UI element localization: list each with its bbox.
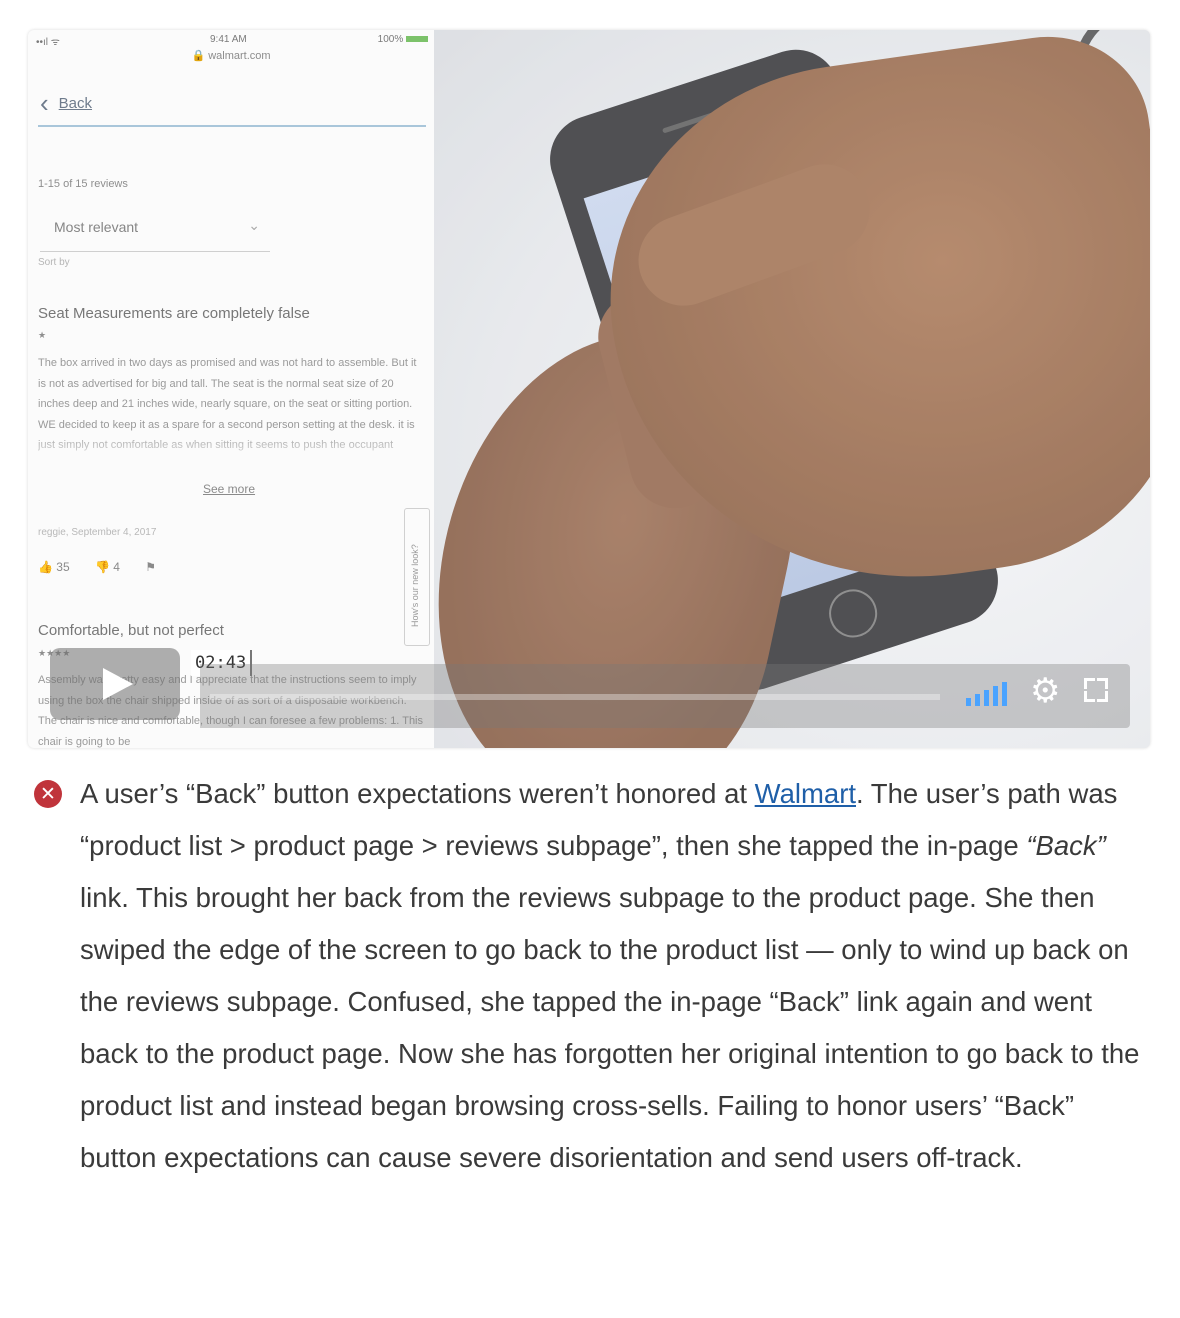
sort-value: Most relevant <box>54 219 139 235</box>
review-votes: 👍 35 👎 4 ⚑ <box>38 560 178 574</box>
caption-text-1: A user’s “Back” button expectations were… <box>80 778 755 809</box>
play-button[interactable] <box>50 648 180 720</box>
review-count: 1-15 of 15 reviews <box>38 178 128 190</box>
play-icon <box>103 668 133 700</box>
review-stars: ★ <box>38 330 47 340</box>
settings-gear-icon[interactable]: ⚙ <box>1030 674 1060 708</box>
video-player[interactable]: ••ıl ᯤ 9:41 AM 100% 🔒 walmart.com ‹ Back … <box>28 30 1150 748</box>
error-x-icon: ✕ <box>34 780 62 808</box>
caption-emphasis: “Back” <box>1026 830 1106 861</box>
review-title: Seat Measurements are completely false <box>38 305 310 322</box>
battery-percent: 100% <box>377 34 404 45</box>
caption-paragraph: A user’s “Back” button expectations were… <box>80 768 1150 1184</box>
signal-icon: ••ıl ᯤ <box>36 37 60 48</box>
review-author: reggie, September 4, 2017 <box>38 527 157 538</box>
feedback-tab: How's our new look? <box>404 508 430 646</box>
see-more-link: See more <box>203 482 256 496</box>
thumbs-up-icon: 👍 35 <box>38 560 70 574</box>
chevron-left-icon: ‹ <box>40 88 49 118</box>
thumbs-down-icon: 👎 4 <box>94 560 120 574</box>
back-link: ‹ Back <box>40 88 92 119</box>
review-title: Comfortable, but not perfect <box>38 622 224 639</box>
video-haze <box>434 30 1150 748</box>
video-frame-hands <box>434 30 1150 748</box>
fullscreen-icon[interactable] <box>1084 678 1108 702</box>
feedback-tab-label: How's our new look? <box>410 544 420 627</box>
battery-icon <box>406 36 428 43</box>
back-link-label: Back <box>58 95 93 112</box>
flag-icon: ⚑ <box>145 560 157 574</box>
progress-scrubber[interactable] <box>210 694 940 700</box>
url-bar: 🔒 walmart.com <box>191 50 271 62</box>
status-bar: ••ıl ᯤ 9:41 AM 100% <box>28 34 434 48</box>
phone-screenshot: ••ıl ᯤ 9:41 AM 100% 🔒 walmart.com ‹ Back … <box>28 30 435 748</box>
sort-label: Sort by <box>38 257 70 268</box>
battery-indicator: 100% <box>378 34 428 45</box>
header-divider <box>38 125 426 127</box>
walmart-link[interactable]: Walmart <box>755 778 856 809</box>
control-bar: ⚙ <box>200 664 1130 728</box>
chevron-down-icon: ⌄ <box>248 217 260 233</box>
sort-select: Most relevant ⌄ <box>40 215 270 252</box>
volume-icon[interactable] <box>966 680 1014 706</box>
status-time: 9:41 AM <box>210 34 247 45</box>
review-fade <box>28 430 434 470</box>
caption-text-3: link. This brought her back from the rev… <box>80 882 1140 1173</box>
